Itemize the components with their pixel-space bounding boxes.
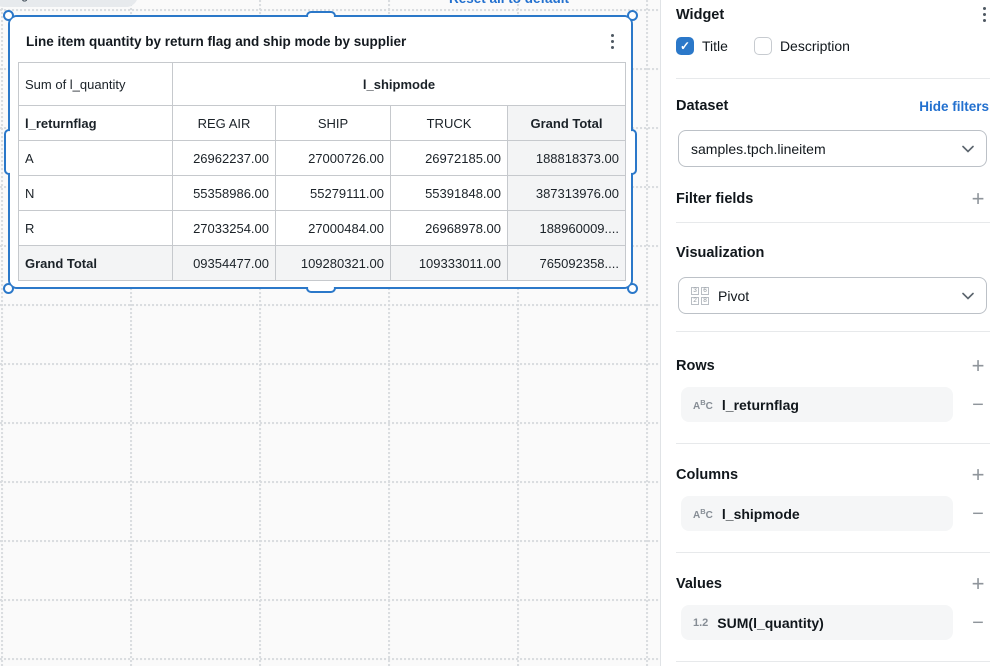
cell-value: 109280321.00 (275, 245, 391, 281)
pivot-table: Sum of l_quantity l_shipmode l_returnfla… (18, 62, 626, 281)
columns-section-header: Columns + (676, 464, 989, 486)
cell-value: 27000726.00 (275, 140, 391, 176)
cell-value-grand-total: 188818373.00 (507, 140, 626, 176)
pivot-row-dimension: l_returnflag (18, 105, 173, 141)
segment-filter-value: BUILDING (64, 0, 124, 2)
divider (676, 552, 990, 553)
table-row: A 26962237.00 27000726.00 26972185.00 18… (18, 140, 626, 176)
visualization-title: Visualization (676, 245, 765, 261)
add-value-field-button[interactable]: + (967, 573, 989, 595)
chevron-down-icon (962, 145, 974, 153)
chevron-down-icon (962, 292, 974, 300)
rows-section-header: Rows + (676, 355, 989, 377)
pivot-header-row-1: Sum of l_quantity l_shipmode (18, 62, 626, 106)
divider (676, 443, 990, 444)
cell-value: 55391848.00 (390, 175, 508, 211)
columns-field-chip[interactable]: ABC l_shipmode (681, 496, 953, 531)
remove-value-field-button[interactable]: − (967, 612, 989, 634)
column-header: TRUCK (390, 105, 508, 141)
dataset-select-value: samples.tpch.lineitem (691, 140, 826, 157)
cell-value-grand-total: 188960009.... (507, 210, 626, 246)
table-row-grand-total: Grand Total 09354477.00 109280321.00 109… (18, 245, 626, 281)
values-field-label: SUM(l_quantity) (717, 614, 824, 631)
widget-config-panel: Widget ✓ Title Description Dataset Hide … (660, 0, 1000, 666)
add-column-field-button[interactable]: + (967, 464, 989, 486)
table-row: R 27033254.00 27000484.00 26968978.00 18… (18, 210, 626, 246)
table-row: N 55358986.00 55279111.00 55391848.00 38… (18, 175, 626, 211)
description-checkbox[interactable]: Description (753, 37, 850, 55)
columns-field-row: ABC l_shipmode − (676, 496, 989, 531)
column-header: SHIP (275, 105, 391, 141)
cell-value: 09354477.00 (172, 245, 276, 281)
pivot-header-row-2: l_returnflag REG AIR SHIP TRUCK Grand To… (18, 105, 626, 141)
segment-filter-pill[interactable]: Segment: BUILDING (0, 0, 138, 7)
rows-field-label: l_returnflag (721, 396, 799, 413)
filter-fields-section-header: Filter fields + (676, 188, 989, 210)
cell-value: 55279111.00 (275, 175, 391, 211)
string-type-icon: ABC (693, 397, 713, 412)
checkbox-checked-icon: ✓ (676, 37, 694, 55)
cell-value: 27033254.00 (172, 210, 276, 246)
row-label: A (18, 140, 173, 176)
dataset-select[interactable]: samples.tpch.lineitem (678, 130, 987, 167)
values-section-header: Values + (676, 573, 989, 595)
column-header-grand-total: Grand Total (507, 105, 626, 141)
widget-section-header: Widget (676, 4, 989, 25)
filter-fields-title: Filter fields (676, 191, 754, 207)
checkbox-unchecked-icon (753, 37, 772, 55)
cell-value-grand-total: 765092358.... (507, 245, 626, 281)
add-filter-field-button[interactable]: + (967, 188, 989, 210)
widget-checkbox-row: ✓ Title Description (676, 37, 989, 55)
divider (676, 661, 990, 662)
dataset-section-title: Dataset (676, 98, 729, 114)
pivot-widget-card[interactable]: Line item quantity by return flag and sh… (10, 17, 631, 287)
cell-value: 27000484.00 (275, 210, 391, 246)
pivot-column-dimension: l_shipmode (172, 62, 626, 106)
pivot-viz-icon: 3 6 2 8 (691, 286, 709, 305)
dataset-section-header: Dataset Hide filters (676, 98, 989, 114)
rows-field-row: ABC l_returnflag − (676, 387, 989, 422)
number-type-icon: 1.2 (693, 616, 709, 629)
cell-value: 26962237.00 (172, 140, 276, 176)
visualization-section-header: Visualization (676, 245, 989, 261)
divider (676, 222, 990, 223)
title-checkbox[interactable]: ✓ Title (676, 37, 728, 55)
cell-value: 109333011.00 (390, 245, 508, 281)
title-checkbox-label: Title (702, 38, 728, 54)
divider (676, 78, 990, 79)
rows-section-title: Rows (676, 358, 715, 374)
widget-section-title: Widget (676, 6, 725, 23)
panel-kebab-menu-icon[interactable] (980, 4, 989, 25)
widget-kebab-menu-icon[interactable] (608, 31, 617, 52)
column-header: REG AIR (172, 105, 276, 141)
cell-value-grand-total: 387313976.00 (507, 175, 626, 211)
values-field-row: 1.2 SUM(l_quantity) − (676, 605, 989, 640)
dashboard-canvas: Segment: BUILDING Reset all to default L… (0, 0, 660, 666)
description-checkbox-label: Description (779, 38, 850, 54)
row-label: R (18, 210, 173, 246)
visualization-select[interactable]: 3 6 2 8 Pivot (678, 277, 987, 314)
columns-section-title: Columns (676, 467, 739, 483)
cell-value: 26968978.00 (390, 210, 508, 246)
add-row-field-button[interactable]: + (967, 355, 989, 377)
row-label-grand-total: Grand Total (18, 245, 173, 281)
cell-value: 55358986.00 (172, 175, 276, 211)
values-field-chip[interactable]: 1.2 SUM(l_quantity) (681, 605, 953, 640)
rows-field-chip[interactable]: ABC l_returnflag (681, 387, 953, 422)
values-section-title: Values (676, 576, 722, 592)
visualization-select-value: Pivot (718, 287, 750, 304)
widget-selection-frame: Line item quantity by return flag and sh… (3, 10, 638, 294)
segment-filter-label: Segment: (6, 0, 60, 2)
reset-all-link[interactable]: Reset all to default (449, 0, 569, 6)
string-type-icon: ABC (693, 506, 713, 521)
row-label: N (18, 175, 173, 211)
cell-value: 26972185.00 (390, 140, 508, 176)
pivot-measure-label: Sum of l_quantity (18, 62, 173, 106)
columns-field-label: l_shipmode (721, 505, 800, 522)
hide-filters-link[interactable]: Hide filters (919, 99, 989, 114)
widget-title: Line item quantity by return flag and sh… (26, 34, 407, 49)
divider (676, 331, 990, 332)
remove-column-field-button[interactable]: − (967, 503, 989, 525)
remove-row-field-button[interactable]: − (967, 394, 989, 416)
